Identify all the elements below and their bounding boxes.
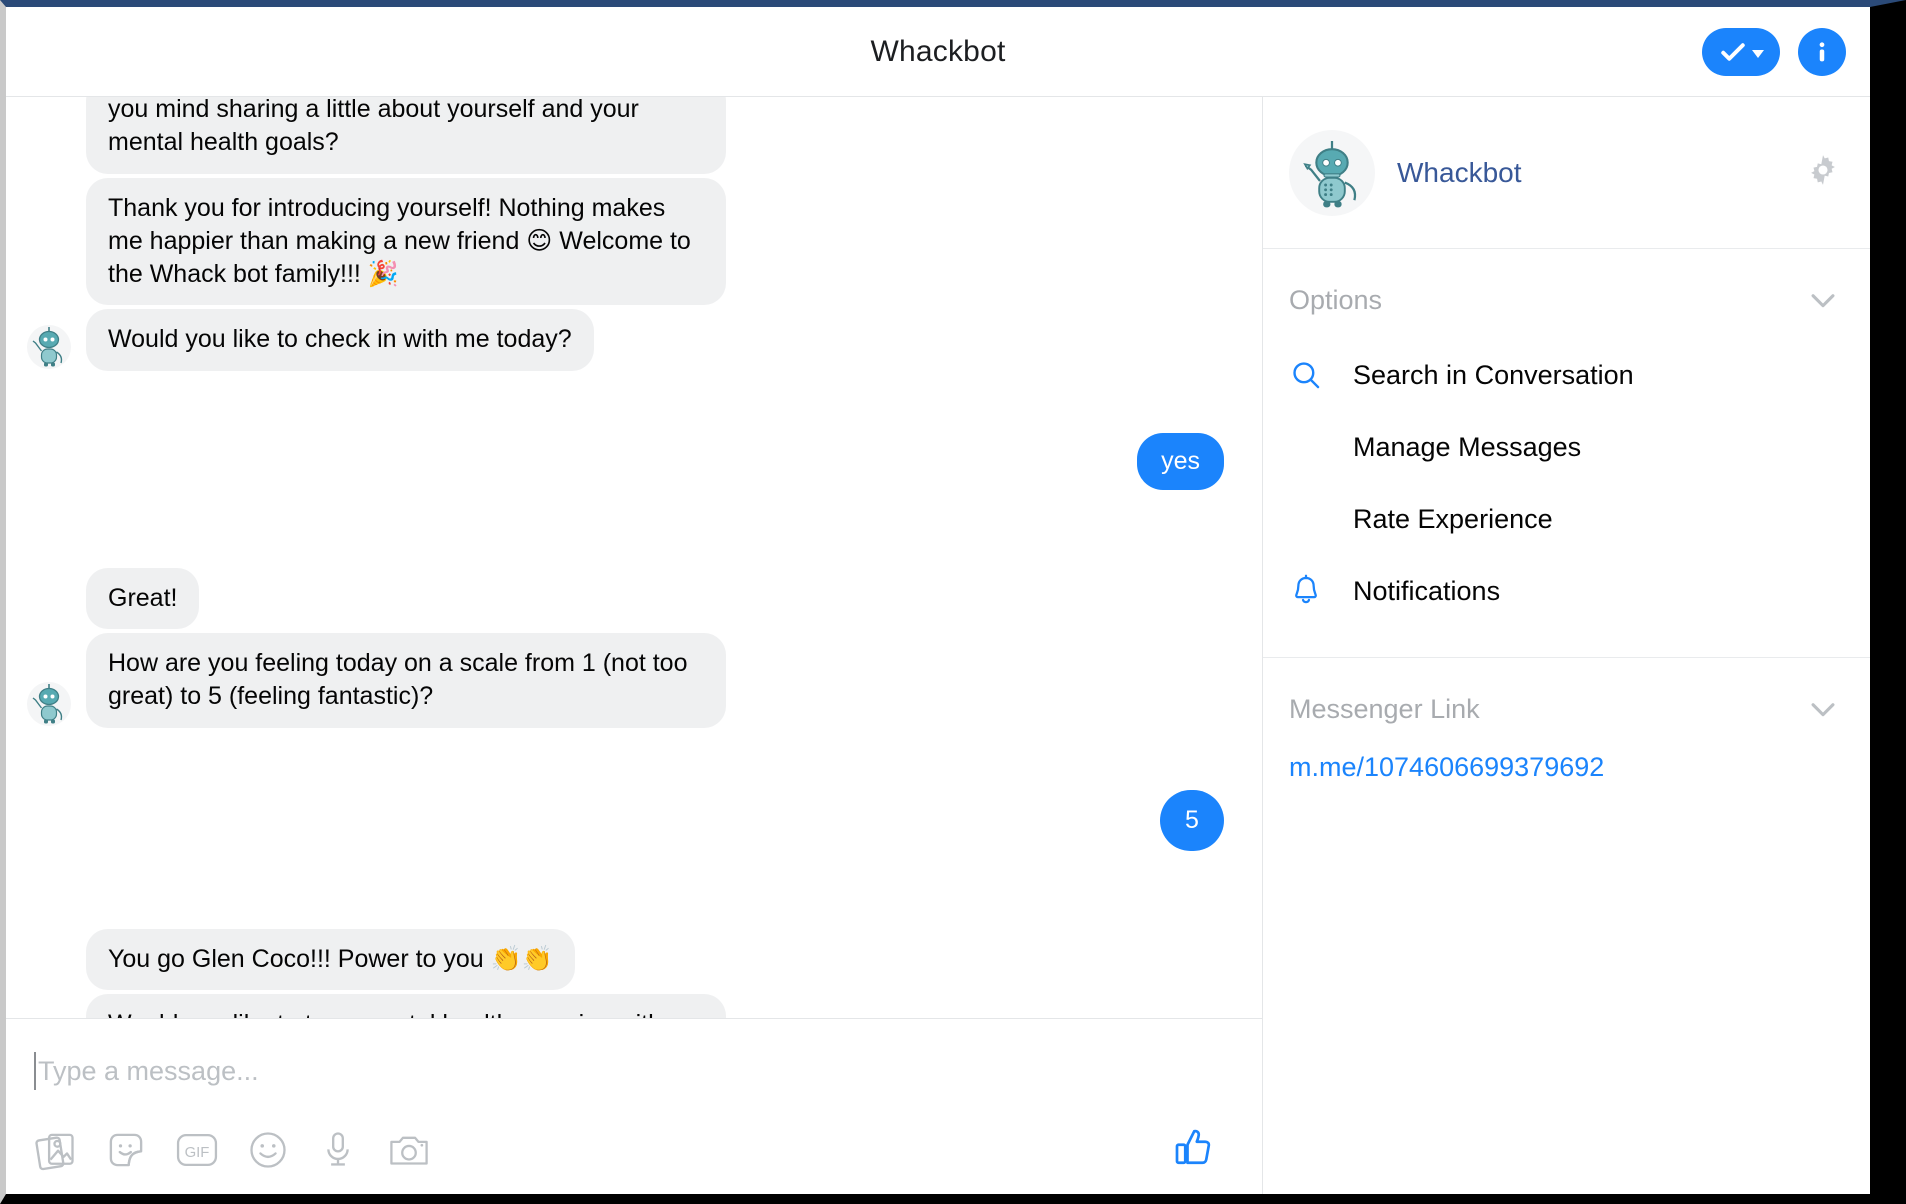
bot-avatar (26, 319, 74, 371)
thread-spacer (6, 375, 1244, 433)
messenger-window: Whackbot you mind sharing a little about… (0, 0, 1906, 1204)
avatar-placeholder (26, 122, 74, 174)
gif-button[interactable]: GIF (174, 1128, 220, 1172)
sidebar-item-label: Notifications (1353, 575, 1501, 606)
page-title: Whackbot (870, 34, 1006, 68)
thread-spacer (6, 732, 1244, 790)
conversation-header: Whackbot (6, 7, 1870, 97)
search-icon (1293, 362, 1320, 389)
message-composer: Type a message... GIF (6, 1018, 1262, 1194)
settings-button[interactable] (1806, 153, 1840, 192)
sidebar-item-rate-experience[interactable]: Rate Experience (1263, 483, 1870, 555)
sidebar-item-label: Search in Conversation (1353, 359, 1634, 390)
avatar-placeholder (26, 253, 74, 305)
microphone-icon (327, 1131, 349, 1166)
avatar-placeholder (26, 577, 74, 629)
gear-icon (1811, 155, 1835, 185)
sticker-icon (109, 1133, 143, 1166)
message-row: 5 (6, 789, 1244, 851)
message-bubble-bot: Thank you for introducing yourself! Noth… (86, 177, 726, 306)
sidebar-item-manage-messages[interactable]: Manage Messages (1263, 411, 1870, 483)
thread-spacer (6, 855, 1244, 929)
info-icon (1819, 41, 1825, 61)
messenger-link[interactable]: m.me/1074606699379692 (1263, 748, 1870, 783)
photo-icon (35, 1133, 74, 1170)
chat-column: you mind sharing a little about yourself… (6, 97, 1263, 1194)
bell-icon (1295, 574, 1317, 604)
message-row: Would you like to try a mental health ex… (6, 994, 1244, 1018)
chevron-down-icon (1811, 294, 1835, 308)
sidebar-profile-name[interactable]: Whackbot (1397, 157, 1806, 189)
composer-toolbar: GIF (34, 1123, 1234, 1176)
gif-icon: GIF (176, 1133, 218, 1166)
section-header-messenger-link[interactable]: Messenger Link (1263, 658, 1870, 748)
avatar-placeholder (26, 938, 74, 990)
bell-icon-wrap (1289, 574, 1333, 608)
message-row: yes (6, 432, 1244, 490)
sidebar-item-label: Manage Messages (1353, 431, 1582, 462)
camera-icon (390, 1136, 428, 1165)
message-input-placeholder[interactable]: Type a message... (38, 1056, 259, 1087)
sticker-button[interactable] (104, 1128, 148, 1172)
sidebar-item-label: Rate Experience (1353, 503, 1553, 534)
info-button[interactable] (1798, 27, 1846, 76)
message-bubble-me: 5 (1160, 789, 1224, 851)
sidebar-item-search-in-conversation[interactable]: Search in Conversation (1263, 339, 1870, 411)
header-actions (1702, 27, 1846, 76)
message-row: Thank you for introducing yourself! Noth… (6, 177, 1244, 306)
sidebar-profile: Whackbot (1263, 97, 1870, 249)
message-bubble-me: yes (1137, 432, 1224, 490)
thread-spacer (6, 494, 1244, 568)
body: you mind sharing a little about yourself… (6, 97, 1870, 1194)
message-bubble-bot: you mind sharing a little about yourself… (86, 97, 726, 174)
message-row: Would you like to check in with me today… (6, 309, 1244, 371)
gif-label: GIF (185, 1145, 210, 1161)
microphone-button[interactable] (316, 1128, 360, 1172)
message-bubble-bot: Would you like to try a mental health ex… (86, 994, 726, 1018)
section-title: Options (1289, 284, 1383, 315)
like-button[interactable] (1168, 1123, 1216, 1176)
bot-avatar (26, 676, 74, 728)
message-row: How are you feeling today on a scale fro… (6, 633, 1244, 728)
message-row: You go Glen Coco!!! Power to you 👏👏 (6, 928, 1244, 990)
text-caret (34, 1052, 36, 1090)
message-bubble-bot: Would you like to check in with me today… (86, 309, 594, 371)
caret-down-icon (1752, 49, 1764, 58)
message-bubble-bot: Great! (86, 567, 200, 629)
avatar (1289, 129, 1375, 216)
check-icon (1721, 42, 1745, 61)
details-sidebar: Whackbot Options Search in Conversation … (1263, 97, 1870, 1194)
message-row: you mind sharing a little about yourself… (6, 97, 1244, 174)
message-thread[interactable]: you mind sharing a little about yourself… (6, 97, 1262, 1018)
photo-button[interactable] (34, 1128, 78, 1172)
search-icon-wrap (1289, 358, 1333, 392)
chevron-down-icon (1811, 703, 1835, 717)
message-bubble-bot: How are you feeling today on a scale fro… (86, 633, 726, 728)
camera-button[interactable] (386, 1128, 432, 1172)
whackbot-avatar (1303, 140, 1357, 207)
thumbs-up-icon (1175, 1129, 1211, 1165)
message-bubble-bot: You go Glen Coco!!! Power to you 👏👏 (86, 928, 575, 990)
message-row: Great! (6, 567, 1244, 629)
composer-input-row[interactable]: Type a message... (34, 1049, 1234, 1093)
sidebar-item-notifications[interactable]: Notifications (1263, 555, 1870, 627)
section-header-options[interactable]: Options (1263, 249, 1870, 339)
section-title: Messenger Link (1289, 693, 1480, 724)
emoji-button[interactable] (246, 1128, 290, 1172)
composer-tool-icons: GIF (34, 1128, 432, 1172)
emoji-icon (250, 1131, 286, 1168)
done-button[interactable] (1702, 27, 1780, 76)
